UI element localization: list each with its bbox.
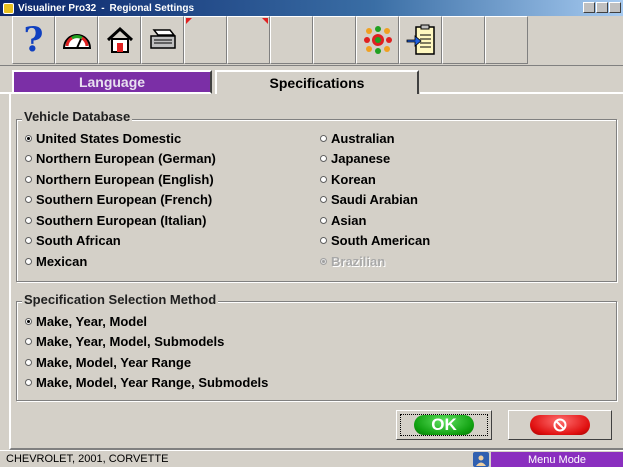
title-separator: - [101,2,105,14]
toolbar-slot-2[interactable] [227,16,270,64]
radio-label: Saudi Arabian [331,192,418,207]
radio-brazilian: Brazilian [320,254,385,269]
print-button[interactable] [141,16,184,64]
minimize-button[interactable] [583,2,595,13]
radio-indicator [25,258,32,265]
radio-indicator [320,176,327,183]
toolbar-slot-5[interactable] [442,16,485,64]
radio-make-year-model[interactable]: Make, Year, Model [25,314,147,329]
radio-label: Southern European (French) [36,192,213,207]
app-name: Visualiner Pro32 [18,2,97,14]
radio-southern-european-french[interactable]: Southern European (French) [25,192,212,207]
radio-label: South American [331,233,431,248]
mode-badge: Menu Mode [491,452,623,467]
clipboard-import-button[interactable] [399,16,442,64]
radio-label: Northern European (German) [36,151,216,166]
target-pattern-button[interactable] [356,16,399,64]
radio-label: Southern European (Italian) [36,213,207,228]
radio-northern-european-german[interactable]: Northern European (German) [25,151,216,166]
help-icon: ? [23,20,44,60]
target-pattern-icon [363,26,392,54]
tab-strip: Language Specifications [12,70,623,94]
radio-label: Asian [331,213,367,228]
radio-label: Brazilian [331,254,386,269]
red-corner-marker [186,18,192,24]
radio-indicator [25,379,32,386]
home-button[interactable] [98,16,141,64]
radio-indicator [25,217,32,224]
radio-southern-european-italian[interactable]: Southern European (Italian) [25,213,206,228]
radio-label: Make, Model, Year Range, Submodels [36,375,269,390]
user-icon [473,452,489,467]
radio-label: Korean [331,172,376,187]
radio-indicator [25,338,32,345]
app-icon [3,2,14,14]
dialog-title: Regional Settings [109,2,194,14]
red-corner-marker [262,18,268,24]
toolbar: ? [0,16,623,66]
current-vehicle: CHEVROLET, 2001, CORVETTE [6,453,169,465]
radio-south-african[interactable]: South African [25,233,121,248]
clipboard-import-icon [406,24,435,55]
window-controls [583,2,621,13]
radio-indicator [25,196,32,203]
radio-make-model-year-range-submodels[interactable]: Make, Model, Year Range, Submodels [25,375,268,390]
radio-indicator [320,217,327,224]
ok-label: OK [414,415,474,435]
toolbar-slot-6[interactable] [485,16,528,64]
radio-indicator [25,176,32,183]
radio-united-states-domestic[interactable]: United States Domestic [25,131,181,146]
radio-label: Make, Year, Model, Submodels [36,334,225,349]
radio-label: Japanese [331,151,391,166]
radio-korean[interactable]: Korean [320,172,376,187]
radio-indicator [320,237,327,244]
toolbar-slot-3[interactable] [270,16,325,64]
radio-label: Mexican [36,254,88,269]
radio-indicator [25,318,32,325]
ok-button[interactable]: OK [396,410,492,440]
cancel-pill [530,415,590,435]
radio-label: South African [36,233,121,248]
gauge-button[interactable] [55,16,98,64]
radio-label: United States Domestic [36,131,182,146]
radio-indicator [25,237,32,244]
tab-language[interactable]: Language [12,70,212,94]
radio-indicator [320,135,327,142]
radio-indicator [25,135,32,142]
radio-saudi-arabian[interactable]: Saudi Arabian [320,192,418,207]
cancel-icon [553,418,567,432]
radio-indicator [25,359,32,366]
radio-indicator [320,196,327,203]
radio-label: Northern European (English) [36,172,214,187]
home-icon [106,26,133,53]
radio-label: Make, Year, Model [36,314,148,329]
radio-indicator [320,155,327,162]
radio-indicator [25,155,32,162]
radio-south-american[interactable]: South American [320,233,430,248]
maximize-button[interactable] [596,2,608,13]
radio-make-model-year-range[interactable]: Make, Model, Year Range [25,355,191,370]
radio-make-year-model-submodels[interactable]: Make, Year, Model, Submodels [25,334,224,349]
spec-method-title: Specification Selection Method [22,292,219,307]
radio-mexican[interactable]: Mexican [25,254,87,269]
gauge-icon [62,34,91,49]
help-button[interactable]: ? [12,16,55,64]
toolbar-slot-1[interactable] [184,16,227,64]
close-button[interactable] [609,2,621,13]
tab-specifications[interactable]: Specifications [215,70,419,94]
vehicle-database-title: Vehicle Database [22,109,133,124]
status-bar: CHEVROLET, 2001, CORVETTE Menu Mode [0,450,623,467]
radio-australian[interactable]: Australian [320,131,395,146]
radio-indicator [320,258,327,265]
cancel-button[interactable] [508,410,612,440]
title-bar: Visualiner Pro32 - Regional Settings [0,0,623,16]
toolbar-slot-4[interactable] [313,16,356,64]
radio-label: Australian [331,131,395,146]
radio-japanese[interactable]: Japanese [320,151,390,166]
radio-asian[interactable]: Asian [320,213,366,228]
radio-label: Make, Model, Year Range [36,355,192,370]
radio-northern-european-english[interactable]: Northern European (English) [25,172,214,187]
printer-icon [149,29,176,49]
